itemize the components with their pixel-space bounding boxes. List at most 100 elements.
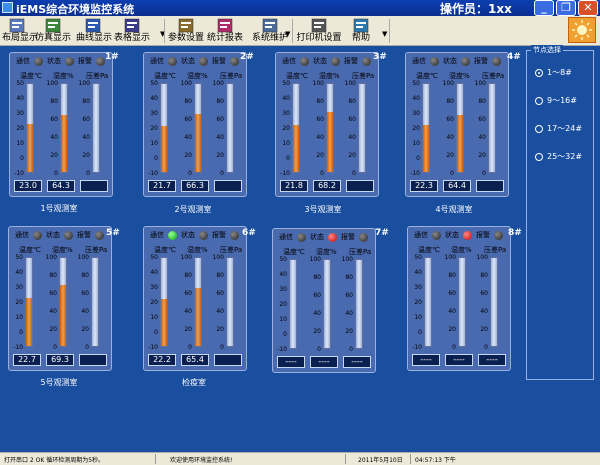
room-panel-6[interactable]: 通信 状态 报警 温度℃ 湿度% 压差Pa 50 40 30 20 10 0 -10 100 80 60 40 2… (143, 226, 247, 371)
scale-tick-label: 0 (349, 346, 353, 353)
scale-tick-label: 40 (150, 269, 158, 276)
help-icon (353, 18, 369, 33)
simulation-icon (45, 18, 61, 33)
gauge-headers: 温度℃ 湿度% 压差Pa (286, 71, 376, 81)
scale-tick-label: 100 (77, 254, 89, 261)
temp-gauge (289, 259, 297, 349)
temp-scale: 50 40 30 20 10 0 -10 (146, 254, 158, 351)
toolbar-button-8[interactable]: 帮助 (347, 18, 375, 45)
scale-tick-label: 60 (216, 290, 224, 297)
scale-tick-label: 40 (216, 308, 224, 315)
scale-tick-label: 80 (313, 274, 321, 281)
comm-indicator-icon (33, 231, 42, 240)
sun-icon (572, 20, 592, 40)
close-button[interactable]: ✕ (578, 0, 598, 16)
scale-tick-label: 0 (220, 170, 224, 177)
room-panel-8[interactable]: 通信 状态 报警 温度℃ 湿度% 压差Pa 50 40 30 20 10 0 -10 100 80 60 40 2… (407, 226, 511, 371)
node-radio-0[interactable]: 1～8# (535, 67, 595, 79)
scale-tick-label: 50 (412, 80, 420, 87)
scale-tick-label: -10 (14, 170, 24, 177)
scale-tick-label: 0 (283, 331, 287, 338)
humid-gauge (194, 257, 202, 347)
humid-value: 64.3 (47, 180, 75, 192)
scale-tick-label: 40 (279, 271, 287, 278)
humid-scale: 100 80 60 40 20 0 (312, 80, 324, 177)
room-caption[interactable]: 2号观测室 (138, 204, 248, 215)
scale-tick-label: 60 (316, 116, 324, 123)
toolbar-button-0[interactable]: 布局显示 (2, 18, 38, 45)
state-label: 状态 (47, 57, 61, 65)
minimize-button[interactable]: _ (534, 0, 554, 16)
scale-tick-label: 20 (345, 328, 353, 335)
room-panel-3[interactable]: 通信 状态 报警 温度℃ 湿度% 压差Pa 50 40 30 20 10 0 -10 100 80 60 40 2… (275, 52, 379, 197)
gauge-headers: 温度℃ 湿度% 压差Pa (19, 245, 109, 255)
humid-gauge-level (60, 285, 66, 346)
gauge-headers: 温度℃ 湿度% 压差Pa (154, 245, 244, 255)
dropdown-arrow-icon[interactable]: ▼ (285, 30, 290, 38)
temp-gauge (424, 257, 432, 347)
room-panel-5[interactable]: 通信 状态 报警 温度℃ 湿度% 压差Pa 50 40 30 20 10 0 -10 100 80 60 40 2… (8, 226, 112, 371)
scale-tick-label: 20 (184, 152, 192, 159)
comm-label: 通信 (150, 57, 164, 65)
room-panel-7[interactable]: 通信 状态 报警 温度℃ 湿度% 压差Pa 50 40 30 20 10 0 -10 100 80 60 40 2… (272, 228, 376, 373)
toolbar-button-5[interactable]: 统计报表 (207, 18, 243, 45)
toolbar-button-7[interactable]: 打印机设置 (296, 18, 342, 45)
scale-tick-label: 80 (348, 98, 356, 105)
node-radio-3[interactable]: 25～32# (535, 151, 595, 163)
scale-tick-label: 20 (82, 152, 90, 159)
toolbar-button-label: 表格显示 (113, 33, 150, 43)
toolbar-button-2[interactable]: 曲线显示 (76, 18, 112, 45)
node-radio-1[interactable]: 9～16# (535, 95, 595, 107)
room-caption[interactable]: 3号观测室 (268, 204, 378, 215)
scale-tick-label: 20 (478, 152, 486, 159)
temp-scale: 50 40 30 20 10 0 -10 (410, 254, 422, 351)
humid-scale: 100 80 60 40 20 0 (309, 256, 321, 353)
alarm-indicator-icon (95, 231, 104, 240)
scale-tick-label: 80 (448, 272, 456, 279)
room-panel-4[interactable]: 通信 状态 报警 温度℃ 湿度% 压差Pa 50 40 30 20 10 0 -10 100 80 60 40 2… (405, 52, 509, 197)
scale-tick-label: 10 (414, 314, 422, 321)
room-caption[interactable]: 4号观测室 (399, 204, 509, 215)
scale-tick-label: 60 (81, 290, 89, 297)
scale-tick-label: 20 (184, 326, 192, 333)
humid-gauge (456, 83, 464, 173)
scale-tick-label: 40 (50, 134, 58, 141)
node-select-title: 节点选择 (531, 45, 563, 55)
scale-tick-label: 40 (184, 308, 192, 315)
scale-tick-label: 100 (212, 80, 224, 87)
toolbar-button-6[interactable]: 系统维护 (250, 18, 290, 45)
scale-tick-label: 40 (414, 269, 422, 276)
toolbar-button-1[interactable]: 仿真显示 (34, 18, 72, 45)
scale-tick-label: 20 (150, 125, 158, 132)
toolbar-button-4[interactable]: 参数设置 (168, 18, 204, 45)
gauge-headers: 温度℃ 湿度% 压差Pa (20, 71, 110, 81)
room-caption[interactable]: 5号观测室 (4, 377, 114, 388)
temp-gauge (25, 257, 33, 347)
room-caption[interactable]: 1号观测室 (4, 203, 114, 214)
room-number: 3# (373, 52, 387, 62)
room-caption[interactable]: 检疫室 (139, 377, 249, 388)
comm-indicator-icon (430, 57, 439, 66)
maximize-button[interactable]: ❐ (556, 0, 576, 16)
scale-tick-label: 40 (82, 134, 90, 141)
pressure-gauge (490, 257, 498, 347)
toolbar-button-3[interactable]: 表格显示 (113, 18, 151, 45)
dropdown-arrow-icon[interactable]: ▼ (382, 30, 387, 38)
temp-value: 22.3 (410, 180, 438, 192)
room-panel-2[interactable]: 通信 状态 报警 温度℃ 湿度% 压差Pa 50 40 30 20 10 0 -10 100 80 60 40 2… (143, 52, 247, 197)
alarm-indicator-icon (96, 57, 105, 66)
humid-value: ---- (310, 356, 338, 368)
node-radio-2[interactable]: 17～24# (535, 123, 595, 135)
scale-tick-label: 30 (414, 284, 422, 291)
theme-toggle-button[interactable] (568, 17, 596, 43)
room-panel-1[interactable]: 通信 状态 报警 温度℃ 湿度% 压差Pa 50 40 30 20 10 0 -10 100 80 60 40 2… (9, 52, 113, 197)
pressure-gauge (358, 83, 366, 173)
scale-tick-label: 100 (442, 80, 454, 87)
temp-gauge (26, 83, 34, 173)
humid-value: 69.3 (46, 354, 74, 366)
room-number: 5# (106, 228, 120, 238)
scale-tick-label: 20 (216, 326, 224, 333)
scale-tick-label: 50 (282, 80, 290, 87)
comm-label: 通信 (16, 57, 30, 65)
alarm-label: 报警 (212, 231, 226, 239)
